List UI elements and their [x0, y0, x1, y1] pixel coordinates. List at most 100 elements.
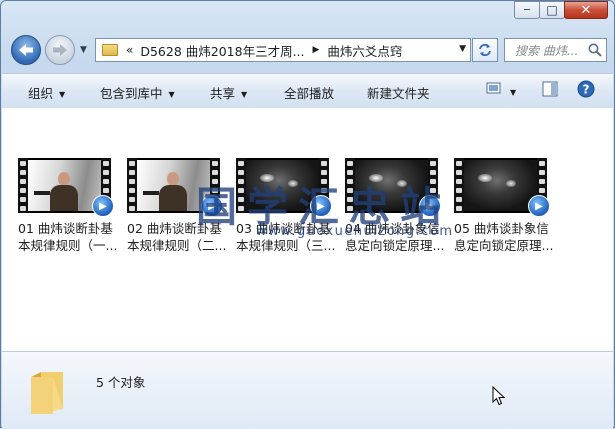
- film-strip: [127, 158, 137, 213]
- film-hole: [539, 188, 545, 193]
- film-hole: [430, 161, 436, 166]
- search-icon[interactable]: [587, 42, 603, 58]
- thumbnail-person-head: [58, 172, 70, 186]
- share-label: 共享: [210, 86, 236, 101]
- film-hole: [129, 206, 135, 211]
- folder-icon: [31, 372, 63, 414]
- file-name-line2: 本规律规则（三...: [236, 238, 336, 253]
- close-icon: ✕: [580, 2, 592, 18]
- minimize-icon: ─: [523, 4, 531, 16]
- address-overflow-chevron[interactable]: «: [126, 43, 133, 57]
- arrow-left-icon: [19, 44, 33, 56]
- media-player-icon: ▶: [528, 195, 550, 217]
- command-bar: 组织 ▼ 包含到库中 ▼ 共享 ▼ 全部播放 新建文件夹 ▼ ?: [2, 73, 613, 109]
- film-hole: [129, 161, 135, 166]
- search-placeholder: 搜索 曲炜...: [515, 43, 579, 58]
- file-name-line2: 息定向锁定原理...: [454, 238, 554, 253]
- organize-label: 组织: [28, 86, 54, 101]
- file-name-line2: 本规律规则（一...: [18, 238, 118, 253]
- svg-text:?: ?: [583, 83, 590, 97]
- film-hole: [456, 179, 462, 184]
- new-folder-button[interactable]: 新建文件夹: [367, 83, 430, 102]
- maximize-button[interactable]: □: [539, 1, 565, 19]
- film-hole: [103, 170, 109, 175]
- breadcrumb-segment-current[interactable]: 曲炜六爻点窍: [327, 41, 402, 60]
- file-name-line2: 息定向锁定原理...: [345, 238, 445, 253]
- file-item[interactable]: ▶ 05 曲炜谈卦象信 息定向锁定原理...: [454, 158, 554, 254]
- help-icon: ?: [577, 80, 595, 98]
- help-button[interactable]: ?: [577, 80, 595, 101]
- arrow-right-icon: [53, 44, 67, 56]
- film-hole: [20, 170, 26, 175]
- share-menu[interactable]: 共享 ▼: [210, 83, 247, 102]
- organize-dropdown-icon: ▼: [59, 90, 66, 99]
- explorer-window: ─ □ ✕ ▼ « D5628 曲炜2018年三才周... ▶ 曲炜六爻点窍 ▼…: [0, 0, 615, 429]
- film-hole: [103, 179, 109, 184]
- forward-button[interactable]: [45, 35, 75, 65]
- breadcrumb-segment-parent[interactable]: D5628 曲炜2018年三才周...: [140, 41, 304, 60]
- film-hole: [103, 161, 109, 166]
- film-hole: [129, 170, 135, 175]
- film-hole: [20, 206, 26, 211]
- film-hole: [212, 161, 218, 166]
- film-hole: [539, 179, 545, 184]
- file-item[interactable]: ▶ 01 曲炜谈断卦基 本规律规则（一...: [18, 158, 118, 254]
- close-button[interactable]: ✕: [564, 1, 608, 19]
- organize-menu[interactable]: 组织 ▼: [28, 83, 65, 102]
- film-strip: [454, 158, 464, 213]
- thumbnail-frame: [28, 160, 101, 211]
- minimize-button[interactable]: ─: [514, 1, 540, 19]
- thumbnail-glow: [506, 180, 516, 187]
- film-hole: [539, 161, 545, 166]
- watermark-url: www.guoxuehuizong.com: [256, 224, 454, 239]
- film-hole: [238, 161, 244, 166]
- back-button[interactable]: [11, 35, 41, 65]
- film-hole: [129, 197, 135, 202]
- change-view-button[interactable]: [486, 81, 502, 98]
- preview-pane-button[interactable]: [542, 81, 558, 100]
- thumbnail-frame: [464, 160, 537, 211]
- media-player-icon: ▶: [92, 195, 114, 217]
- breadcrumb-separator-arrow-icon[interactable]: ▶: [313, 45, 320, 55]
- recent-pages-dropdown[interactable]: ▼: [80, 45, 87, 55]
- thumbnail-person-cap: [143, 191, 159, 195]
- film-hole: [456, 170, 462, 175]
- address-bar[interactable]: « D5628 曲炜2018年三才周... ▶ 曲炜六爻点窍 ▼: [95, 38, 471, 62]
- maximize-icon: □: [546, 3, 558, 17]
- refresh-button[interactable]: [472, 38, 498, 62]
- film-hole: [129, 188, 135, 193]
- file-name-line1: 01 曲炜谈断卦基: [18, 221, 113, 236]
- video-thumbnail: ▶: [18, 158, 114, 217]
- film-hole: [321, 161, 327, 166]
- film-hole: [20, 188, 26, 193]
- video-thumbnail: ▶: [454, 158, 550, 217]
- address-dropdown-icon[interactable]: ▼: [459, 44, 466, 54]
- film-hole: [456, 206, 462, 211]
- mouse-cursor-icon: [492, 386, 505, 406]
- file-name-line2: 本规律规则（二...: [127, 238, 227, 253]
- preview-pane-icon: [542, 81, 558, 97]
- film-hole: [347, 161, 353, 166]
- film-hole: [456, 188, 462, 193]
- film-hole: [129, 179, 135, 184]
- file-name: 05 曲炜谈卦象信 息定向锁定原理...: [454, 220, 556, 254]
- thumbnail-glow: [478, 174, 492, 182]
- details-pane: 5 个对象: [2, 351, 613, 429]
- view-dropdown-icon[interactable]: ▼: [510, 84, 516, 99]
- thumbnail-person-body: [50, 185, 78, 211]
- film-hole: [539, 170, 545, 175]
- thumbnail-person-head: [167, 172, 179, 186]
- film-hole: [103, 188, 109, 193]
- search-input[interactable]: 搜索 曲炜...: [504, 38, 607, 62]
- file-name-line1: 05 曲炜谈卦象信: [454, 221, 549, 236]
- film-hole: [456, 161, 462, 166]
- film-strip: [18, 158, 28, 213]
- file-name: 01 曲炜谈断卦基 本规律规则（一...: [18, 220, 120, 254]
- play-all-button[interactable]: 全部播放: [284, 83, 334, 102]
- include-dropdown-icon: ▼: [168, 90, 175, 99]
- film-hole: [20, 197, 26, 202]
- include-in-library-menu[interactable]: 包含到库中 ▼: [100, 83, 175, 102]
- folder-icon: [102, 44, 118, 56]
- include-in-library-label: 包含到库中: [100, 86, 163, 101]
- share-dropdown-icon: ▼: [241, 90, 248, 99]
